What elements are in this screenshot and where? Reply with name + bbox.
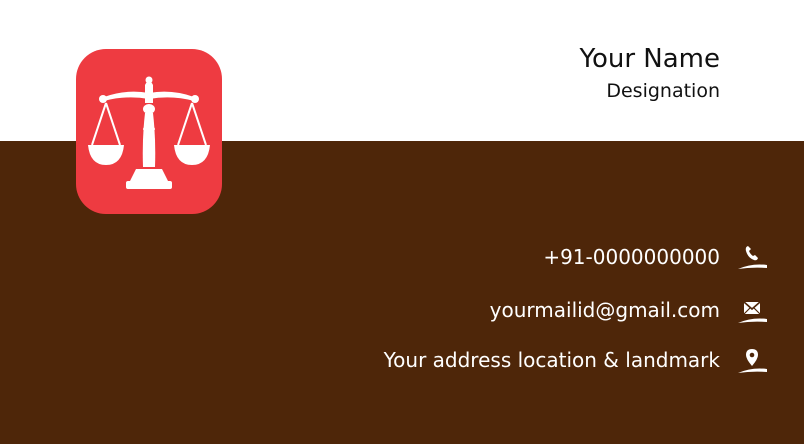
phone-number: +91-0000000000 [543,245,720,269]
logo [76,49,222,214]
address-text: Your address location & landmark [383,348,720,372]
email-address: yourmailid@gmail.com [489,298,720,322]
business-card: Your Name Designation +91-0000000000 you… [0,0,804,444]
location-pin-icon [738,349,767,373]
person-name: Your Name [579,44,720,74]
envelope-icon [738,301,767,323]
phone-icon [738,246,767,269]
designation: Designation [606,80,720,102]
scales-of-justice-icon [88,76,210,189]
